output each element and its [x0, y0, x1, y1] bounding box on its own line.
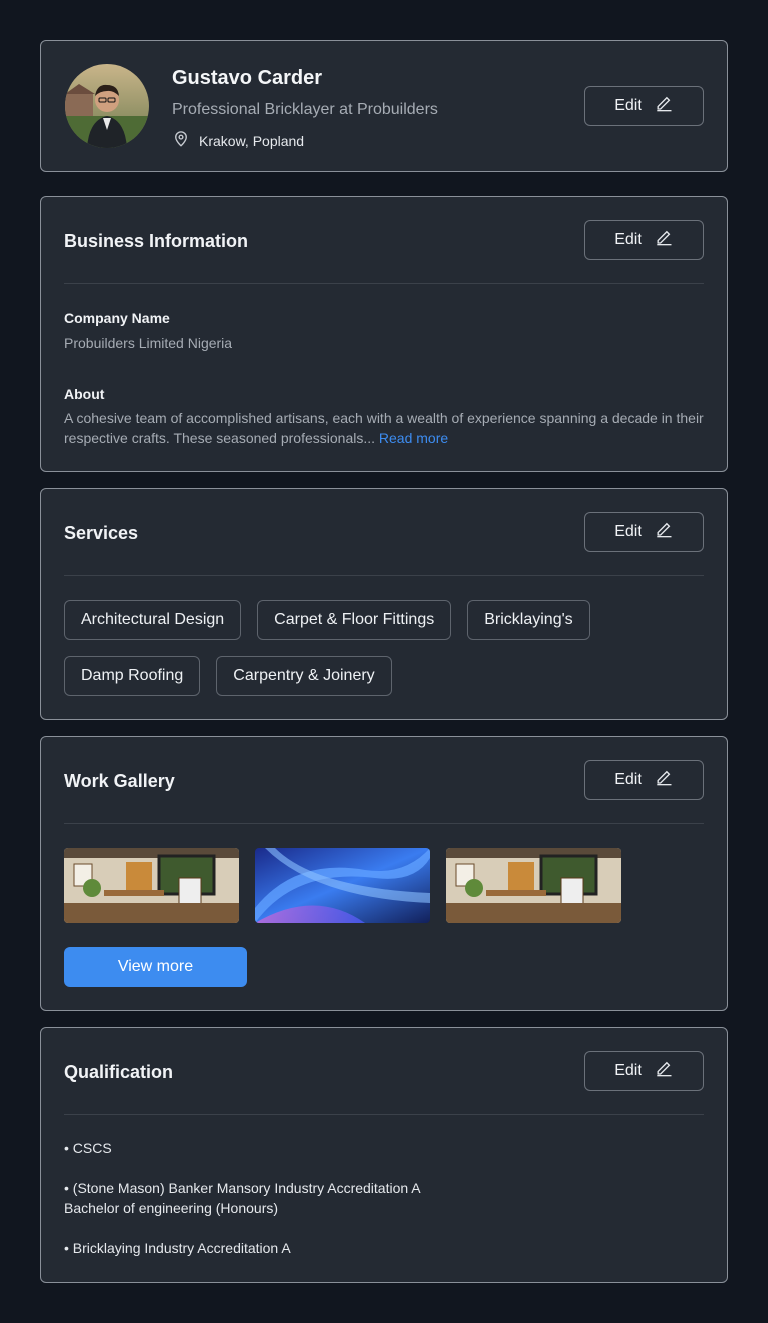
qualification-card: Qualification Edit • CSCS • (Stone Mason…: [40, 1027, 728, 1283]
divider: [64, 283, 704, 284]
profile-card: Gustavo Carder Professional Bricklayer a…: [40, 40, 728, 172]
service-chip: Carpentry & Joinery: [216, 656, 392, 696]
gallery-image-abstract[interactable]: [255, 848, 430, 923]
gallery-thumbnails: [64, 848, 621, 923]
profile-name: Gustavo Carder: [172, 67, 323, 89]
edit-label: Edit: [614, 231, 642, 248]
location-pin-icon: [172, 130, 190, 151]
gallery-edit-button[interactable]: Edit: [584, 760, 704, 800]
edit-label: Edit: [614, 771, 642, 788]
divider: [64, 823, 704, 824]
services-heading: Services: [64, 523, 139, 543]
company-name-label: Company Name: [64, 310, 170, 326]
services-edit-button[interactable]: Edit: [584, 512, 704, 552]
pencil-icon: [654, 768, 674, 793]
pencil-icon: [654, 1059, 674, 1084]
business-heading: Business Information: [64, 231, 249, 251]
about-text: A cohesive team of accomplished artisans…: [64, 408, 704, 448]
divider: [64, 1114, 704, 1115]
company-name-value: Probuilders Limited Nigeria: [64, 335, 233, 351]
location-text: Krakow, Popland: [199, 132, 305, 149]
pencil-icon: [654, 94, 674, 119]
services-list: Architectural Design Carpet & Floor Fitt…: [64, 600, 704, 696]
services-card: Services Edit Architectural Design Carpe…: [40, 488, 728, 720]
gallery-heading: Work Gallery: [64, 771, 175, 791]
qualification-item: • CSCS: [64, 1140, 112, 1156]
qualification-heading: Qualification: [64, 1062, 174, 1082]
qualification-item: • Bricklaying Industry Accreditation A: [64, 1240, 291, 1256]
edit-label: Edit: [614, 1062, 642, 1079]
service-chip: Bricklaying's: [467, 600, 590, 640]
work-gallery-card: Work Gallery Edit View more: [40, 736, 728, 1011]
view-more-button[interactable]: View more: [64, 947, 247, 987]
profile-title: Professional Bricklayer at Probuilders: [172, 101, 438, 118]
service-chip: Damp Roofing: [64, 656, 201, 696]
pencil-icon: [654, 228, 674, 253]
read-more-link[interactable]: Read more: [379, 430, 448, 446]
edit-label: Edit: [614, 523, 642, 540]
service-chip: Architectural Design: [64, 600, 242, 640]
service-chip: Carpet & Floor Fittings: [257, 600, 452, 640]
business-edit-button[interactable]: Edit: [584, 220, 704, 260]
edit-label: Edit: [614, 97, 642, 114]
qualification-edit-button[interactable]: Edit: [584, 1051, 704, 1091]
pencil-icon: [654, 520, 674, 545]
divider: [64, 575, 704, 576]
gallery-image-studio[interactable]: [64, 848, 239, 923]
profile-location: Krakow, Popland: [172, 130, 304, 151]
business-info-card: Business Information Edit Company Name P…: [40, 196, 728, 472]
about-label: About: [64, 386, 105, 402]
avatar: [65, 64, 149, 148]
qualification-list: • CSCS • (Stone Mason) Banker Mansory In…: [64, 1138, 704, 1278]
qualification-item: • (Stone Mason) Banker Mansory Industry …: [64, 1180, 421, 1216]
gallery-image-studio[interactable]: [446, 848, 621, 923]
profile-edit-button[interactable]: Edit: [584, 86, 704, 126]
